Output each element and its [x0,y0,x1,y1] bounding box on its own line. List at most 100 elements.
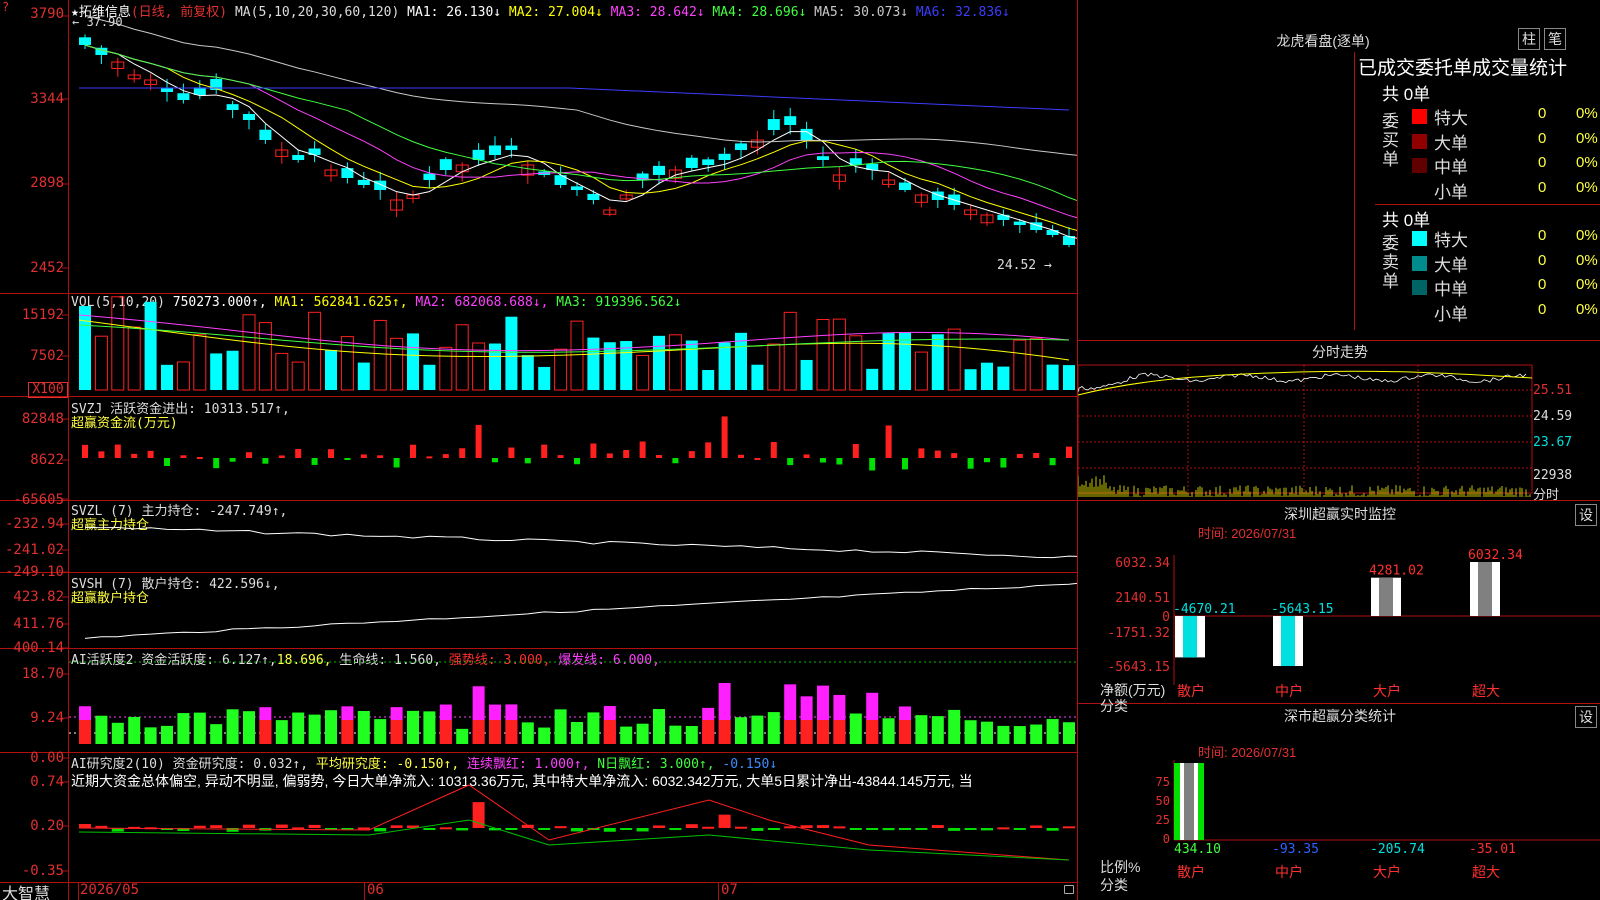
activity-bar [95,715,108,744]
order-size-label: 小单 [1434,304,1468,324]
activity-bars [79,682,1075,744]
candle-down [292,155,305,160]
candle-down [735,143,747,150]
order-size-label: 大单 [1434,255,1468,275]
stat-title: 已成交委托单成交量统计 [1358,58,1568,79]
activity-bar-base [259,720,272,744]
order-size-label: 特大 [1434,109,1468,128]
order-row: 中单 0 0% [1408,153,1598,177]
candle-down [997,214,1010,220]
activity-bar-base [718,720,731,744]
fundflow-bar [770,442,777,458]
vol-unit-button[interactable]: X100 [28,382,68,398]
ai-active-y-label: 18.70 [21,666,64,682]
volume-bar-down [603,342,616,390]
monitor-bar-core [1478,562,1492,616]
x-axis-label: 2026/05 [80,882,140,898]
volume-bar-down [407,333,419,390]
ai-active-y-label: 9.24 [30,710,64,726]
fundflow-bar [229,458,236,462]
class-value-label: -35.01 [1469,842,1516,857]
sz-class-settings-button[interactable]: 设 [1575,706,1597,728]
order-count: 0 [1538,227,1547,244]
volume-bar-down [423,364,436,390]
monitor-bar [1273,616,1303,666]
color-swatch [1412,231,1427,246]
kline-y-label: 2452 [30,260,64,276]
research-bar [849,828,862,830]
class-y-label: 75 [1156,775,1170,789]
fundflow-bar [1016,453,1023,458]
monitor-bar [1470,562,1500,616]
fundflow-bar [1000,458,1007,468]
kline-y-label: 2898 [30,175,64,191]
volume-bar-down [505,316,518,390]
volume-bar-down [161,364,173,390]
volume-bar-up [439,346,453,391]
activity-bar [243,711,255,744]
candle-down [161,88,173,92]
class-y-label: 0 [1163,832,1170,846]
volume-bar-up [783,311,797,391]
candle-down [587,193,600,200]
indicator-charts[interactable] [69,0,1077,880]
fundflow-bar [180,455,187,458]
monitor-y-label: 0 [1162,610,1170,625]
intraday-chart[interactable] [1078,360,1600,500]
sz-class-chart[interactable]: 75 50 25 0 434.10 散户 -93.35 中户 -205.74 大户 -35.01 超大 [1078,760,1600,900]
activity-bar [1063,722,1075,744]
fundflow-bar [147,450,154,458]
volume-bar-down [538,366,551,390]
sz-monitor-settings-button[interactable]: 设 [1575,504,1597,526]
activity-bar [735,717,747,744]
ai-research-y-label: -0.35 [21,863,64,879]
fundflow-bar [1049,458,1056,466]
bar-view-button[interactable]: 柱 [1518,28,1540,50]
research-bar [210,825,223,828]
research-line-green [78,819,1070,861]
sz-class-ylabel: 比例% [1100,859,1141,875]
activity-bar [1046,719,1059,744]
volume-bar-up [1013,339,1027,391]
svzj-y-label: -65605 [13,492,64,508]
activity-bar [997,725,1010,744]
volume-bar-up [832,318,846,391]
order-count: 0 [1538,129,1547,147]
corner-marker: ? [2,0,10,14]
research-bar [456,828,469,831]
volume-bar-down [1046,364,1059,390]
fundflow-bar [213,458,220,469]
fundflow-bar [951,453,958,458]
volume-bar-down [882,333,895,390]
fundflow-bars [82,416,1072,471]
research-bar [193,825,206,828]
volume-bar-up [127,326,141,391]
activity-bar-base [817,720,829,744]
candle-down [899,182,911,190]
activity-bar [849,713,862,744]
candle-down [685,157,698,168]
research-bar [374,828,387,832]
volume-bar-down [1063,365,1075,390]
activity-bar-base [784,720,797,744]
order-count: 0 [1538,251,1547,269]
fundflow-bar [984,458,990,463]
buy-total: 共 0单 [1382,85,1431,104]
candle-down [489,145,501,155]
research-bar [1013,828,1026,830]
lock-icon[interactable] [1064,885,1074,894]
monitor-value-label: -5643.15 [1271,602,1334,617]
fundflow-bar [852,444,859,458]
volume-bar-up [258,322,272,391]
tick-view-button[interactable]: 笔 [1544,28,1566,50]
monitor-y-label: 2140.51 [1115,591,1170,606]
order-pct: 0% [1576,129,1598,147]
fundflow-bar [246,452,252,458]
fenshi-frame [1078,364,1533,494]
activity-bar [571,722,583,744]
research-bar [751,828,764,831]
fundflow-bar [606,453,613,458]
activity-bar [177,713,190,744]
ma-line [84,44,1077,219]
order-count: 0 [1538,178,1547,196]
